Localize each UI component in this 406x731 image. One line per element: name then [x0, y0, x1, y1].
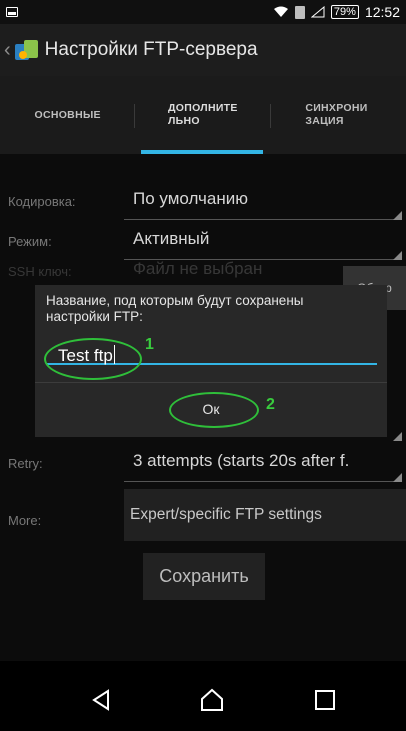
retry-row: Retry: 3 attempts (starts 20s after f.: [0, 448, 406, 482]
tab-bar: ОСНОВНЫЕ ДОПОЛНИТЕЛЬНО СИНХРОНИЗАЦИЯ: [0, 76, 406, 154]
retry-spinner[interactable]: 3 attempts (starts 20s after f.: [133, 451, 349, 471]
spinner-arrow-icon: [393, 211, 402, 220]
app-logo-icon[interactable]: [13, 37, 39, 63]
retry-label: Retry:: [8, 456, 43, 471]
mode-spinner[interactable]: Активный: [133, 229, 209, 249]
more-settings-label: Expert/specific FTP settings: [130, 506, 322, 523]
annotation-ellipse-1: [44, 338, 142, 380]
status-bar: 79% 12:52: [0, 0, 406, 24]
page-title: Настройки FTP-сервера: [44, 39, 258, 60]
encoding-label: Кодировка:: [8, 194, 76, 209]
navigation-bar: [0, 661, 406, 731]
wifi-icon: [273, 6, 288, 17]
tab-label: ДОПОЛНИТЕЛЬНО: [167, 102, 238, 127]
annotation-ellipse-2: [169, 392, 259, 428]
tab-sync[interactable]: СИНХРОНИЗАЦИЯ: [271, 76, 406, 154]
mode-label: Режим:: [8, 234, 52, 249]
back-icon[interactable]: [88, 687, 114, 713]
encoding-spinner[interactable]: По умолчанию: [133, 189, 248, 209]
tab-basic[interactable]: ОСНОВНЫЕ: [0, 76, 136, 154]
sim-icon: [294, 5, 305, 19]
clock: 12:52: [364, 4, 400, 20]
spinner-underline: [124, 219, 402, 220]
more-settings-button[interactable]: Expert/specific FTP settings: [124, 489, 406, 541]
battery-indicator: 79%: [330, 5, 359, 19]
tab-label: ОСНОВНЫЕ: [34, 108, 101, 121]
screenshot-notification-icon: [6, 7, 18, 17]
tab-label: СИНХРОНИЗАЦИЯ: [305, 102, 368, 127]
signal-icon: [310, 6, 325, 18]
dialog-divider: [35, 382, 387, 383]
spinner-arrow-icon: [393, 473, 402, 482]
home-icon[interactable]: [199, 687, 225, 713]
ssh-key-label: SSH ключ:: [8, 264, 72, 279]
ssh-key-value: Файл не выбран: [133, 259, 263, 278]
spinner-underline: [124, 481, 402, 482]
dialog-message: Название, под которым будут сохранены на…: [46, 293, 304, 324]
annotation-number-1: 1: [145, 336, 154, 353]
tab-advanced[interactable]: ДОПОЛНИТЕЛЬНО: [135, 76, 271, 154]
action-bar: ‹ Настройки FTP-сервера: [0, 24, 406, 76]
spinner-arrow-icon: [393, 432, 402, 441]
encoding-row: Кодировка: По умолчанию: [0, 186, 406, 220]
status-icons: 79% 12:52: [273, 4, 400, 20]
save-button[interactable]: Сохранить: [143, 553, 265, 600]
more-label: More:: [8, 513, 42, 528]
mode-row: Режим: Активный: [0, 226, 406, 260]
recents-icon[interactable]: [312, 687, 338, 713]
back-chevron-icon[interactable]: ‹: [4, 39, 11, 62]
annotation-number-2: 2: [266, 396, 275, 413]
